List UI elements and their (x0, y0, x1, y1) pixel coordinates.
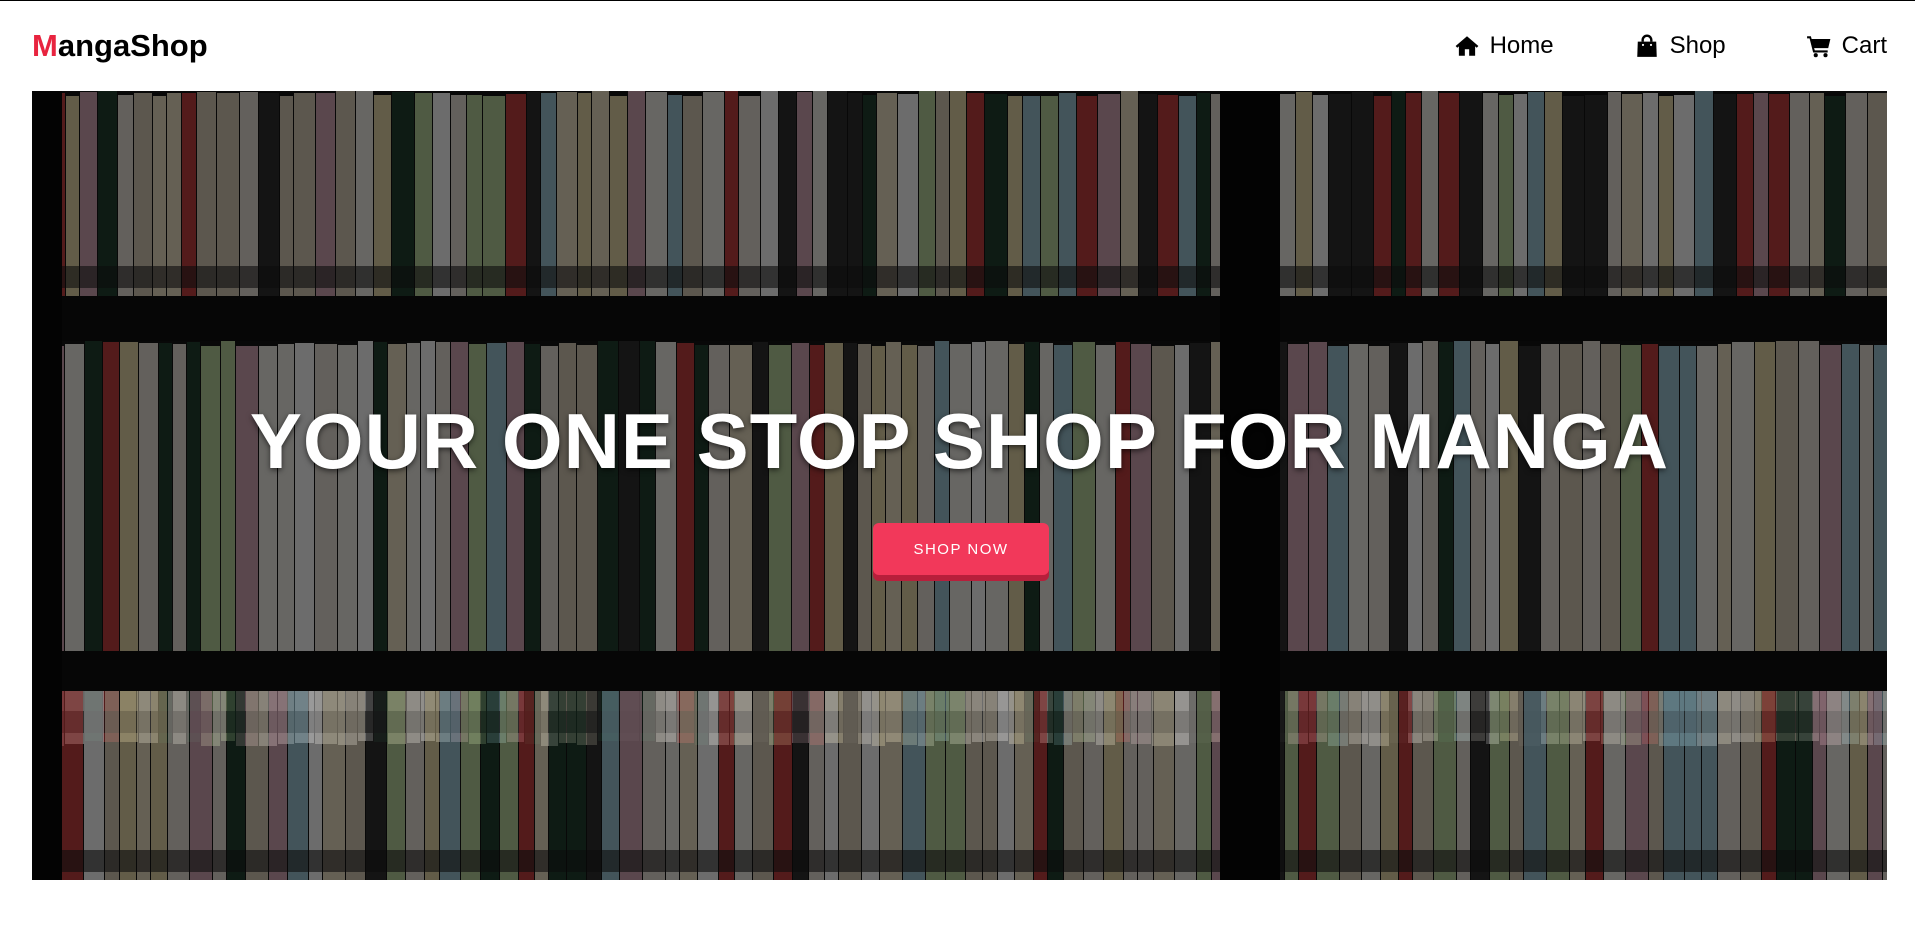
nav-home-label: Home (1489, 32, 1554, 59)
shopping-bag-icon (1636, 34, 1657, 57)
nav-home-link[interactable]: Home (1454, 32, 1554, 60)
home-icon (1455, 36, 1478, 56)
brand-logo[interactable]: MangaShop (32, 28, 208, 64)
nav-links: Home Shop Cart (1454, 32, 1887, 60)
nav-shop-label: Shop (1669, 32, 1726, 59)
navbar: MangaShop Home Shop Cart (32, 1, 1887, 91)
brand-logo-rest: angaShop (57, 28, 208, 63)
brand-logo-initial: M (32, 28, 58, 63)
nav-shop-link[interactable]: Shop (1634, 32, 1726, 60)
shop-now-button[interactable]: SHOP NOW (873, 523, 1049, 575)
nav-cart-label: Cart (1841, 32, 1887, 59)
shopping-cart-icon (1806, 36, 1831, 58)
nav-cart-link[interactable]: Cart (1806, 32, 1887, 60)
hero-banner: YOUR ONE STOP SHOP FOR MANGA SHOP NOW (32, 91, 1887, 880)
hero-headline: YOUR ONE STOP SHOP FOR MANGA (249, 397, 1670, 485)
